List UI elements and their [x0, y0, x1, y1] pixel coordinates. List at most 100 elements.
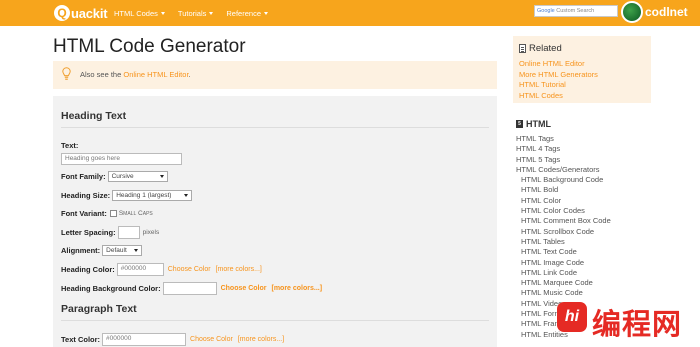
more-colors-text: [more colors...]	[215, 265, 262, 273]
sidebar-sublink[interactable]: HTML Marquee Code	[516, 278, 611, 288]
sidebar-sublink[interactable]: HTML Color Codes	[516, 206, 611, 216]
heading-size-label: Heading Size:	[61, 190, 111, 200]
chevron-down-icon	[134, 248, 139, 252]
small-caps-checkbox[interactable]	[109, 209, 117, 217]
site-logo[interactable]: Q uackit	[54, 4, 108, 22]
letter-spacing-label: Letter Spacing:	[61, 227, 116, 237]
select-value: Default	[106, 246, 127, 254]
text-row: Text:	[61, 138, 80, 152]
sidebar-sublink[interactable]: HTML Color	[516, 196, 611, 206]
sidebar-link[interactable]: HTML 5 Tags	[516, 155, 611, 165]
chevron-down-icon	[209, 11, 214, 15]
font-variant-label: Font Variant:	[61, 208, 107, 218]
heading-color-row: Heading Color: #000000 Choose Color [mor…	[61, 262, 262, 276]
logo-q-icon: Q	[54, 5, 70, 21]
lightbulb-icon	[62, 67, 71, 80]
chevron-down-icon	[264, 11, 268, 15]
related-link[interactable]: HTML Tutorial	[519, 80, 598, 91]
heading-color-input[interactable]: #000000	[116, 262, 164, 276]
text-color-row: Text Color: #000000 Choose Color [more c…	[61, 332, 284, 346]
document-icon	[519, 44, 526, 53]
related-title: Related	[529, 43, 562, 54]
heading-bg-color-label: Heading Background Color:	[61, 283, 161, 293]
heading-size-row: Heading Size: Heading 1 (largest)	[61, 188, 193, 202]
select-value: Heading 1 (largest)	[116, 191, 172, 199]
alignment-select[interactable]: Default	[102, 244, 143, 256]
tip-box: Also see the Online HTML Editor.	[53, 61, 497, 89]
sidebar-sublink[interactable]: HTML Text Code	[516, 247, 611, 257]
small-caps-label: Small Caps	[118, 209, 153, 217]
more-colors-link[interactable]: [more colors...]	[238, 336, 284, 343]
divider	[61, 127, 489, 128]
heading-bg-color-row: Heading Background Color: Choose Color […	[61, 281, 322, 295]
text-color-input[interactable]: #000000	[102, 332, 187, 346]
google-label: Google	[537, 8, 555, 14]
nav-html-codes[interactable]: HTML Codes	[114, 9, 165, 18]
paragraph-text-section-title: Paragraph Text	[61, 303, 137, 315]
related-heading: Related	[519, 43, 562, 54]
choose-color-link[interactable]: Choose Color	[221, 285, 267, 292]
alignment-row: Alignment: Default	[61, 243, 143, 257]
top-bar: Q uackit HTML Codes Tutorials Reference …	[0, 0, 700, 26]
chevron-down-icon	[184, 193, 189, 197]
text-label: Text:	[61, 140, 79, 150]
watermark-text: 编程网	[592, 309, 683, 341]
page-title: HTML Code Generator	[53, 36, 246, 57]
related-list: Online HTML Editor More HTML Generators …	[519, 59, 598, 102]
letter-spacing-input[interactable]	[117, 225, 140, 239]
sidebar-sublink[interactable]: HTML Comment Box Code	[516, 216, 611, 226]
nav-label: Tutorials	[177, 8, 207, 18]
sidebar-link[interactable]: HTML Tags	[516, 134, 611, 144]
alignment-label: Alignment:	[61, 245, 101, 255]
heading-size-select[interactable]: Heading 1 (largest)	[112, 189, 193, 201]
brand-logo-icon	[621, 1, 643, 23]
heading-text-section-title: Heading Text	[61, 110, 127, 122]
search-placeholder: Custom Search	[556, 8, 595, 14]
font-family-label: Font Family:	[61, 171, 106, 181]
choose-color-link[interactable]: Choose Color	[190, 336, 233, 343]
choose-color-link[interactable]: Choose Color	[168, 266, 211, 273]
nav-reference[interactable]: Reference	[226, 9, 268, 18]
search-input[interactable]: Google Custom Search	[534, 5, 618, 17]
text-input-row: Heading goes here	[61, 152, 182, 166]
tip-prefix: Also see the	[80, 70, 124, 79]
tip-text: Also see the Online HTML Editor.	[80, 70, 191, 79]
sidebar-sublink[interactable]: HTML Link Code	[516, 268, 611, 278]
chevron-down-icon	[159, 174, 164, 178]
sidebar-sublink[interactable]: HTML Music Code	[516, 288, 611, 298]
divider	[61, 320, 489, 321]
related-link[interactable]: More HTML Generators	[519, 70, 598, 81]
html-sidebar-heading: 5 HTML	[516, 119, 551, 129]
more-colors-text: [more colors...]	[237, 335, 285, 343]
select-value: Cursive	[111, 172, 134, 180]
nav-tutorials[interactable]: Tutorials	[177, 8, 214, 18]
sidebar-sublink[interactable]: HTML Scrollbox Code	[516, 227, 611, 237]
html-title: HTML	[526, 119, 551, 129]
more-colors-link[interactable]: [more colors...]	[216, 266, 262, 273]
online-html-editor-link[interactable]: Online HTML Editor	[123, 70, 188, 79]
watermark-badge: hi	[557, 302, 587, 332]
font-family-row: Font Family: Cursive	[61, 169, 168, 183]
sidebar-sublink[interactable]: HTML Image Code	[516, 258, 611, 268]
heading-text-input[interactable]: Heading goes here	[61, 153, 182, 165]
nav-label: HTML Codes	[114, 8, 158, 18]
more-colors-text: [more colors...]	[271, 284, 323, 292]
sidebar-sublink[interactable]: HTML Background Code	[516, 175, 611, 185]
sidebar-sublink[interactable]: HTML Bold	[516, 185, 611, 195]
font-variant-row: Font Variant: Small Caps	[61, 206, 153, 220]
sidebar-link[interactable]: HTML Codes/Generators	[516, 165, 611, 175]
letter-spacing-row: Letter Spacing: pixels	[61, 225, 159, 239]
main-nav: HTML Codes Tutorials Reference	[114, 0, 281, 26]
related-box: Related Online HTML Editor More HTML Gen…	[513, 36, 651, 103]
html5-icon: 5	[516, 120, 523, 128]
font-family-select[interactable]: Cursive	[107, 170, 168, 182]
related-link[interactable]: Online HTML Editor	[519, 59, 598, 70]
nav-label: Reference	[226, 8, 261, 18]
sidebar-link[interactable]: HTML 4 Tags	[516, 144, 611, 154]
heading-bg-color-input[interactable]	[162, 281, 217, 295]
related-link[interactable]: HTML Codes	[519, 91, 598, 102]
text-color-label: Text Color:	[61, 334, 101, 344]
sidebar-sublink[interactable]: HTML Tables	[516, 237, 611, 247]
more-colors-link[interactable]: [more colors...]	[271, 285, 322, 292]
chevron-down-icon	[160, 11, 165, 15]
